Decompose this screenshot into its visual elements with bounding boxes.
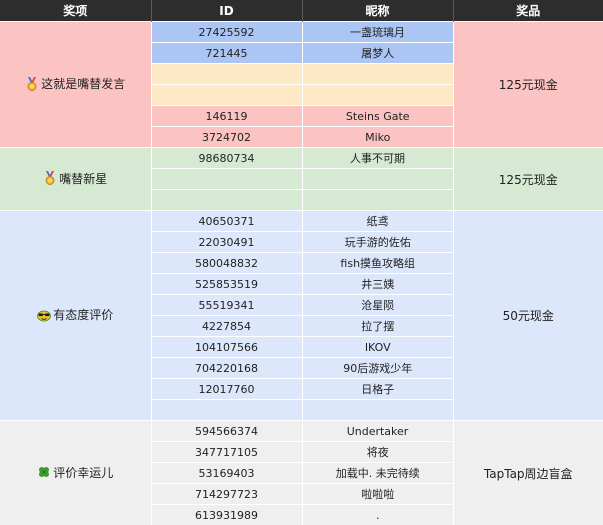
user-id: 146119 bbox=[151, 105, 303, 127]
awards-table: 奖项 ID 昵称 奖品 这就是嘴替发言 27425592 一盏琉璃月 125元现… bbox=[0, 0, 603, 525]
award-category-cell: 评价幸运儿 bbox=[0, 420, 152, 525]
award-prize: 125元现金 bbox=[453, 147, 603, 211]
award-category-label: 这就是嘴替发言 bbox=[41, 77, 126, 92]
user-id: 27425592 bbox=[151, 21, 303, 43]
user-nickname: . bbox=[302, 504, 453, 525]
award-prize: TapTap周边盲盒 bbox=[453, 420, 603, 525]
award-category-label: 有态度评价 bbox=[53, 308, 114, 323]
table-row: 有态度评价 40650371 纸鸢 50元现金 bbox=[0, 210, 603, 421]
medal-icon bbox=[45, 171, 55, 186]
user-nickname bbox=[302, 399, 453, 421]
user-nickname: 玩手游的佐佑 bbox=[302, 231, 453, 253]
user-nickname: 井三姨 bbox=[302, 273, 453, 295]
user-nickname: 日格子 bbox=[302, 378, 453, 400]
user-nickname: 将夜 bbox=[302, 441, 453, 463]
award-prize: 50元现金 bbox=[453, 210, 603, 421]
user-id: 53169403 bbox=[151, 462, 303, 484]
user-nickname: 屠梦人 bbox=[302, 42, 453, 64]
user-id: 55519341 bbox=[151, 294, 303, 316]
user-nickname: Miko bbox=[302, 126, 453, 148]
user-nickname: Undertaker bbox=[302, 420, 454, 442]
award-prize: 125元现金 bbox=[453, 21, 603, 148]
user-nickname bbox=[302, 84, 453, 106]
user-id: 3724702 bbox=[151, 126, 303, 148]
user-nickname: fish摸鱼攻略组 bbox=[302, 252, 453, 274]
user-id: 347717105 bbox=[151, 441, 303, 463]
four-leaf-clover-icon bbox=[39, 467, 50, 478]
user-id: 525853519 bbox=[151, 273, 303, 295]
sunglasses-face-icon bbox=[37, 310, 52, 322]
user-nickname bbox=[302, 189, 453, 211]
user-nickname: Steins Gate bbox=[302, 105, 453, 127]
user-nickname: 沧星陨 bbox=[302, 294, 453, 316]
user-id: 22030491 bbox=[151, 231, 303, 253]
user-nickname: 加载中. 未完待续 bbox=[302, 462, 453, 484]
user-id: 594566374 bbox=[151, 420, 303, 442]
user-id: 4227854 bbox=[151, 315, 303, 337]
award-category-cell: 嘴替新星 bbox=[0, 147, 152, 211]
user-id bbox=[151, 168, 303, 190]
header-category: 奖项 bbox=[0, 0, 152, 22]
award-group-quote: 这就是嘴替发言 27425592 一盏琉璃月 125元现金 721445 屠梦人… bbox=[0, 21, 603, 148]
user-id: 721445 bbox=[151, 42, 303, 64]
user-nickname: IKOV bbox=[302, 336, 453, 358]
user-nickname bbox=[302, 63, 453, 85]
user-id: 580048832 bbox=[151, 252, 303, 274]
user-id bbox=[151, 189, 303, 211]
user-id bbox=[151, 84, 303, 106]
user-nickname: 90后游戏少年 bbox=[302, 357, 453, 379]
award-category-label: 评价幸运儿 bbox=[53, 465, 114, 480]
user-nickname bbox=[302, 168, 453, 190]
user-id: 704220168 bbox=[151, 357, 303, 379]
header-id: ID bbox=[151, 0, 303, 22]
user-id bbox=[151, 63, 303, 85]
user-id: 40650371 bbox=[151, 210, 303, 232]
table-row: 嘴替新星 98680734 人事不可期 125元现金 bbox=[0, 147, 603, 211]
table-row: 评价幸运儿 594566374 Undertaker TapTap周边盲盒 bbox=[0, 420, 603, 525]
award-category-cell: 有态度评价 bbox=[0, 210, 152, 421]
user-id: 714297723 bbox=[151, 483, 303, 505]
award-group-lucky: 评价幸运儿 594566374 Undertaker TapTap周边盲盒 34… bbox=[0, 420, 603, 525]
user-nickname: 啦啦啦 bbox=[302, 483, 453, 505]
user-id: 98680734 bbox=[151, 147, 303, 169]
header-nickname: 昵称 bbox=[302, 0, 454, 22]
header-row: 奖项 ID 昵称 奖品 bbox=[0, 0, 603, 22]
user-id: 104107566 bbox=[151, 336, 303, 358]
user-id: 12017760 bbox=[151, 378, 303, 400]
user-id bbox=[151, 399, 303, 421]
user-id: 613931989 bbox=[151, 504, 303, 525]
award-group-attitude: 有态度评价 40650371 纸鸢 50元现金 22030491 玩手游的佐佑 … bbox=[0, 210, 603, 421]
table-row: 这就是嘴替发言 27425592 一盏琉璃月 125元现金 bbox=[0, 21, 603, 148]
award-group-rising-star: 嘴替新星 98680734 人事不可期 125元现金 bbox=[0, 147, 603, 211]
award-category-label: 嘴替新星 bbox=[59, 171, 108, 186]
header-prize: 奖品 bbox=[453, 0, 603, 22]
award-category-cell: 这就是嘴替发言 bbox=[0, 21, 152, 148]
user-nickname: 一盏琉璃月 bbox=[302, 21, 454, 43]
user-nickname: 纸鸢 bbox=[302, 210, 454, 232]
medal-icon bbox=[27, 76, 37, 91]
user-nickname: 人事不可期 bbox=[302, 147, 454, 169]
user-nickname: 拉了摆 bbox=[302, 315, 453, 337]
